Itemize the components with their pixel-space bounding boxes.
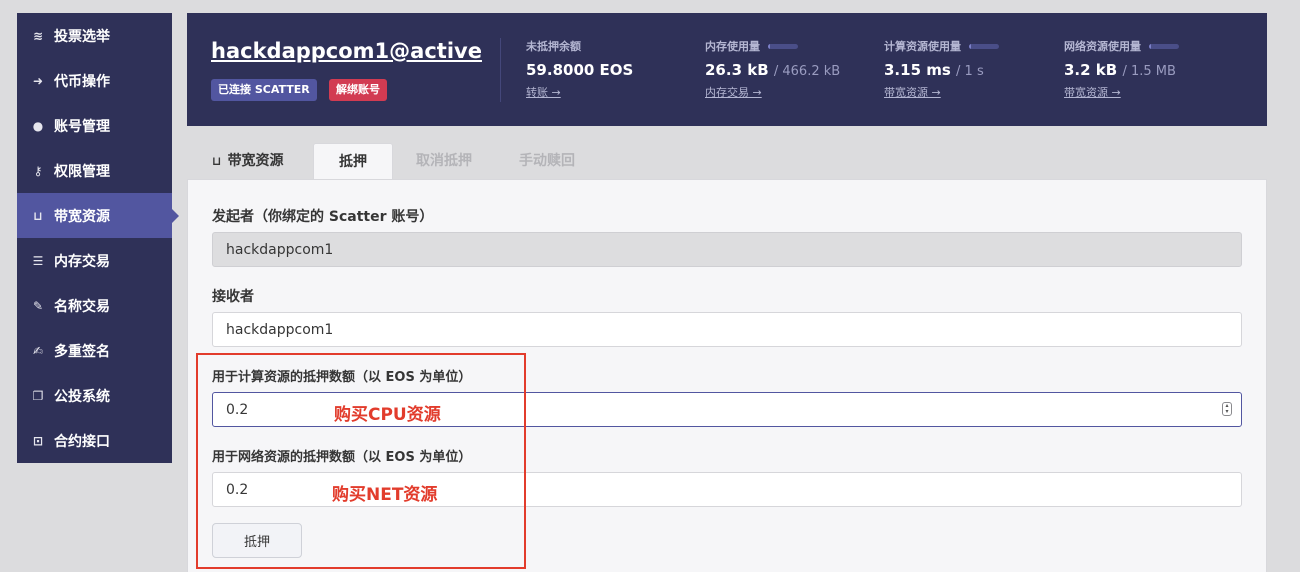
inbox-icon: ⊔ (33, 208, 43, 223)
stake-submit-button[interactable]: 抵押 (212, 523, 302, 558)
net-stake-label: 用于网络资源的抵押数额（以 EOS 为单位） (212, 450, 472, 465)
arrow-icon: ➜ (32, 73, 44, 88)
stat-label-text: 内存使用量 (705, 40, 760, 53)
account-header: hackdappcom1@active 已连接 SCATTER 解绑账号 未抵押… (187, 13, 1267, 126)
sidebar-item-permission[interactable]: ⚷ 权限管理 (17, 148, 172, 193)
sender-label: 发起者（你绑定的 Scatter 账号） (212, 209, 434, 225)
unbind-account-button[interactable]: 解绑账号 (329, 79, 387, 101)
tab-label: 抵押 (339, 154, 367, 170)
tab-stake[interactable]: 抵押 (313, 143, 393, 180)
sidebar-item-token[interactable]: ➜ 代币操作 (17, 58, 172, 103)
pen-icon: ✎ (32, 298, 44, 313)
robot-icon: ⊡ (32, 433, 44, 448)
tab-unstake[interactable]: 取消抵押 (391, 143, 497, 180)
user-icon: ● (32, 118, 44, 133)
net-usage-fill (1149, 43, 1152, 49)
stat-value: 3.15 ms / 1 s (884, 61, 999, 79)
receiver-input[interactable] (212, 312, 1242, 347)
tab-label: 带宽资源 (227, 153, 284, 169)
sidebar-item-ram[interactable]: ☰ 内存交易 (17, 238, 172, 283)
sidebar-item-account[interactable]: ● 账号管理 (17, 103, 172, 148)
annotation-net-note: 购买NET资源 (332, 485, 438, 505)
stat-label-text: 计算资源使用量 (884, 40, 961, 53)
transfer-link[interactable]: 转账 → (526, 84, 633, 100)
stat-label-text: 未抵押余额 (526, 40, 581, 53)
sidebar-item-contract[interactable]: ⊡ 合约接口 (17, 418, 172, 463)
stack-icon: ≋ (32, 28, 44, 43)
memory-icon: ☰ (32, 253, 44, 268)
stat-cpu-usage: 计算资源使用量 3.15 ms / 1 s 带宽资源 → (884, 38, 999, 100)
stat-total-text: / 466.2 kB (773, 64, 841, 79)
stat-label: 未抵押余额 (526, 38, 633, 54)
stat-net-usage: 网络资源使用量 3.2 kB / 1.5 MB 带宽资源 → (1064, 38, 1179, 100)
tab-refund[interactable]: 手动赎回 (494, 143, 600, 180)
tab-label: 手动赎回 (519, 153, 575, 169)
sidebar-item-names[interactable]: ✎ 名称交易 (17, 283, 172, 328)
sidebar-item-label: 名称交易 (54, 298, 110, 315)
cpu-stake-label: 用于计算资源的抵押数额（以 EOS 为单位） (212, 370, 472, 385)
sidebar-item-label: 内存交易 (54, 253, 110, 270)
ram-usage-bar (768, 43, 798, 49)
comments-icon: ❐ (32, 388, 44, 403)
net-usage-bar (1149, 43, 1179, 49)
stat-label: 内存使用量 (705, 38, 840, 54)
stat-value-text: 59.8000 EOS (526, 61, 634, 79)
sidebar-item-label: 账号管理 (54, 118, 110, 135)
stat-value-text: 26.3 kB (705, 61, 769, 79)
tab-bandwidth[interactable]: ⊔ 带宽资源 (187, 143, 309, 180)
signature-icon: ✍ (32, 343, 44, 358)
stat-value: 26.3 kB / 466.2 kB (705, 61, 840, 79)
account-name-link[interactable]: hackdappcom1@active (211, 39, 482, 63)
stat-value: 59.8000 EOS (526, 61, 633, 79)
sidebar-item-label: 带宽资源 (54, 208, 110, 225)
cpu-usage-fill (969, 43, 972, 49)
annotation-cpu-note: 购买CPU资源 (334, 405, 441, 425)
stat-label: 计算资源使用量 (884, 38, 999, 54)
stat-value-text: 3.2 kB (1064, 61, 1118, 79)
ram-usage-fill (768, 43, 771, 49)
sender-input (212, 232, 1242, 267)
sidebar-item-label: 代币操作 (54, 73, 110, 90)
sidebar-item-label: 权限管理 (54, 163, 110, 180)
stat-value-text: 3.15 ms (884, 61, 951, 79)
stat-label-text: 网络资源使用量 (1064, 40, 1141, 53)
sidebar-item-label: 多重签名 (54, 343, 110, 360)
sidebar-item-voting[interactable]: ≋ 投票选举 (17, 13, 172, 58)
sidebar: ≋ 投票选举 ➜ 代币操作 ● 账号管理 ⚷ 权限管理 ⊔ 带宽资源 ☰ 内存交… (17, 13, 179, 463)
sidebar-item-label: 公投系统 (54, 388, 110, 405)
number-stepper-icon[interactable]: ▴ ▾ (1222, 402, 1232, 416)
sidebar-item-multisig[interactable]: ✍ 多重签名 (17, 328, 172, 373)
stat-total-text: / 1.5 MB (1122, 64, 1176, 79)
bandwidth-link-net[interactable]: 带宽资源 → (1064, 84, 1179, 100)
receiver-label: 接收者 (212, 289, 254, 305)
sidebar-item-bandwidth[interactable]: ⊔ 带宽资源 (17, 193, 179, 238)
ram-trade-link[interactable]: 内存交易 → (705, 84, 840, 100)
sidebar-item-label: 投票选举 (54, 28, 110, 45)
stat-total-text: / 1 s (956, 64, 984, 79)
stat-unstaked-balance: 未抵押余额 59.8000 EOS 转账 → (526, 38, 633, 100)
stat-ram-usage: 内存使用量 26.3 kB / 466.2 kB 内存交易 → (705, 38, 840, 100)
bandwidth-link-cpu[interactable]: 带宽资源 → (884, 84, 999, 100)
stat-label: 网络资源使用量 (1064, 38, 1179, 54)
header-divider (500, 38, 501, 102)
cpu-usage-bar (969, 43, 999, 49)
stat-value: 3.2 kB / 1.5 MB (1064, 61, 1179, 79)
key-icon: ⚷ (33, 163, 43, 178)
sidebar-item-label: 合约接口 (54, 433, 110, 450)
sidebar-item-referendum[interactable]: ❐ 公投系统 (17, 373, 172, 418)
tab-label: 取消抵押 (416, 153, 472, 169)
scatter-connected-badge: 已连接 SCATTER (211, 79, 317, 101)
inbox-icon: ⊔ (212, 154, 222, 168)
